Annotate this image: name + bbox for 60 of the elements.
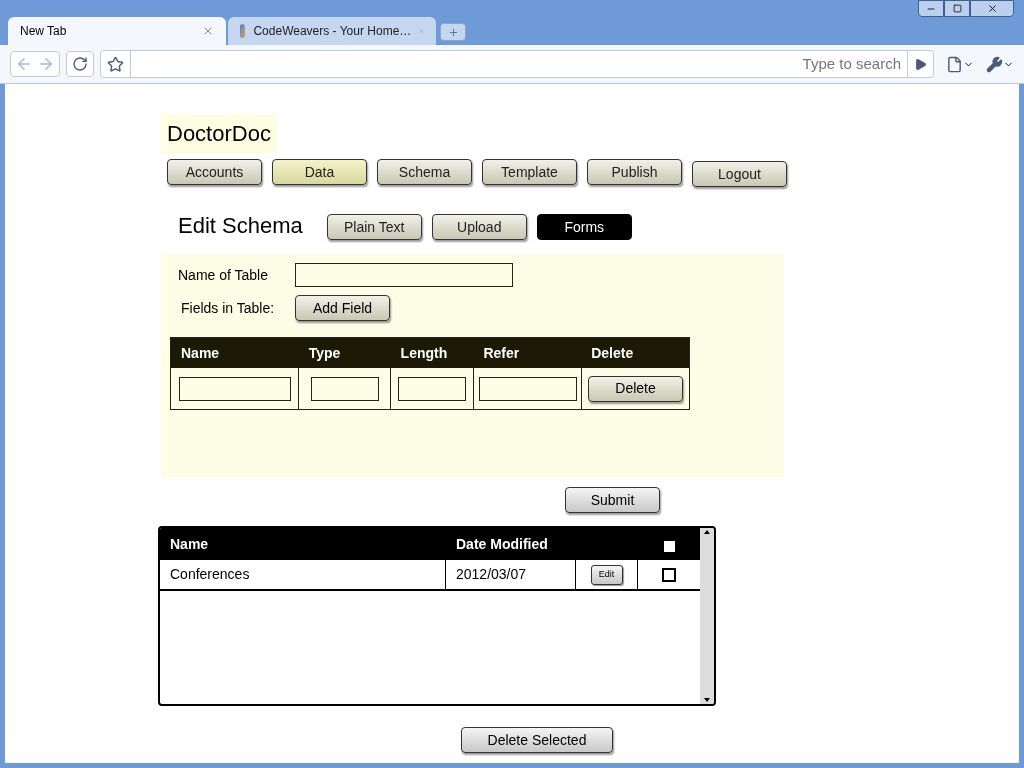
add-field-button[interactable]: Add Field <box>295 295 390 321</box>
page-menu-button[interactable] <box>946 55 974 73</box>
search-placeholder: Type to search <box>802 53 902 74</box>
select-all-checkbox[interactable] <box>663 540 675 552</box>
close-icon[interactable] <box>202 25 214 37</box>
page-icon <box>946 55 963 73</box>
field-label: Name of Table <box>178 265 269 285</box>
nav-button[interactable]: Template <box>482 159 577 185</box>
site-favicon-icon <box>240 24 246 38</box>
settings-menu-button[interactable] <box>986 55 1014 73</box>
mode-button[interactable]: Upload <box>431 214 527 240</box>
delete-selected-button[interactable]: Delete Selected <box>461 727 613 753</box>
minimize-button[interactable] <box>918 0 944 17</box>
field-input[interactable] <box>398 376 466 401</box>
nav-button[interactable]: Publish <box>587 159 682 185</box>
app-title: DoctorDoc <box>161 114 277 153</box>
wrench-icon <box>986 55 1003 73</box>
plus-icon <box>447 26 459 38</box>
nav-button[interactable]: Logout <box>692 161 787 187</box>
mode-button[interactable]: Plain Text <box>326 214 422 240</box>
column-header: Name <box>169 534 210 554</box>
nav-button[interactable]: Data <box>272 159 367 185</box>
scroll-up-icon[interactable] <box>704 530 710 534</box>
address-bar[interactable]: Type to search <box>100 50 934 78</box>
edit-button[interactable]: Edit <box>590 564 623 585</box>
tab-title: New Tab <box>20 23 68 40</box>
column-header: Delete <box>590 343 635 363</box>
nav-button[interactable]: Schema <box>377 159 472 185</box>
table-name-input[interactable] <box>295 263 513 287</box>
field-label: Fields in Table: <box>181 298 276 318</box>
column-header: Type <box>307 343 342 363</box>
page-heading: Edit Schema <box>178 212 303 240</box>
go-icon[interactable] <box>914 57 927 71</box>
mode-button[interactable]: Forms <box>536 214 632 240</box>
row-checkbox[interactable] <box>662 567 676 582</box>
field-input[interactable] <box>478 376 577 401</box>
column-header: Name <box>180 343 221 363</box>
browser-tab[interactable]: CodeWeavers - Your Home… <box>228 17 436 45</box>
delete-field-button[interactable]: Delete <box>588 375 683 402</box>
browser-tab[interactable]: New Tab <box>8 17 226 45</box>
table-cell: 2012/03/07 <box>446 560 576 589</box>
scroll-down-icon[interactable] <box>704 698 710 702</box>
tab-title: CodeWeavers - Your Home… <box>253 23 412 40</box>
reload-button[interactable] <box>66 51 94 77</box>
close-icon <box>986 3 998 14</box>
field-input[interactable] <box>310 376 379 401</box>
nav-button[interactable]: Accounts <box>167 159 262 185</box>
field-input[interactable] <box>178 376 291 401</box>
column-header: Refer <box>482 343 521 363</box>
maximize-icon <box>952 4 962 13</box>
scrollbar[interactable] <box>700 528 714 704</box>
column-header: Date Modified <box>455 534 549 554</box>
bookmark-star-icon[interactable] <box>107 55 124 73</box>
reload-icon <box>72 56 88 72</box>
new-tab-button[interactable] <box>440 23 466 41</box>
close-button[interactable] <box>970 0 1014 17</box>
table-cell: Conferences <box>160 560 446 589</box>
maximize-button[interactable] <box>944 0 970 17</box>
submit-button[interactable]: Submit <box>565 487 660 513</box>
column-header: Length <box>399 343 449 363</box>
